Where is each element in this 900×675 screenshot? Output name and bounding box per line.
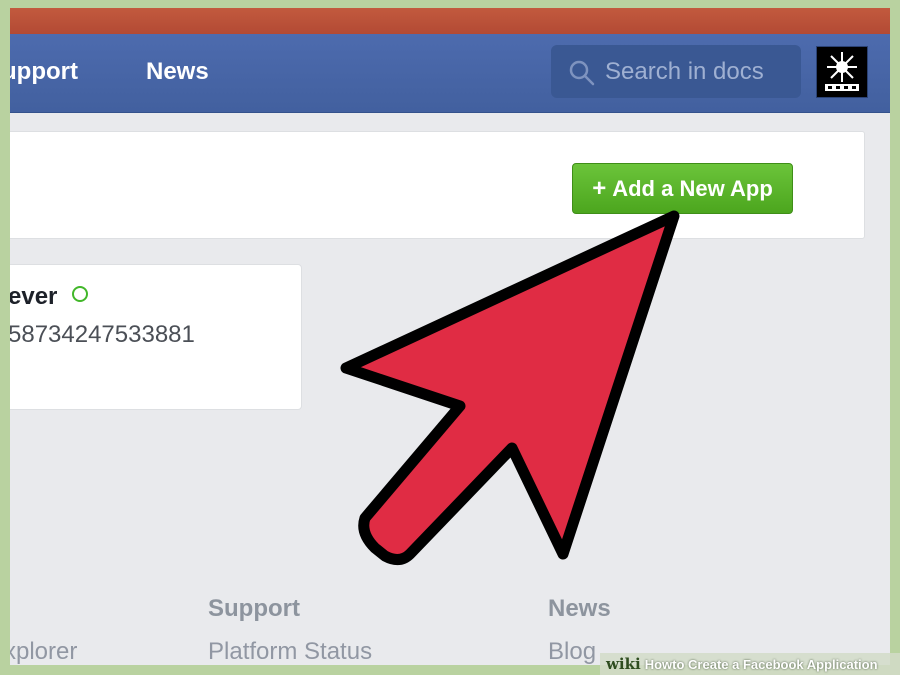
search-placeholder: Search in docs bbox=[605, 58, 764, 85]
add-new-app-button[interactable]: + Add a New App bbox=[572, 163, 793, 214]
footer-link-explorer[interactable]: xplorer bbox=[10, 638, 77, 665]
app-id: 58734247533881 bbox=[10, 321, 195, 348]
footer-heading-support: Support bbox=[208, 595, 300, 622]
footer-link-blog[interactable]: Blog bbox=[548, 638, 596, 665]
top-navbar: upport News Search in docs bbox=[10, 34, 890, 113]
plus-icon: + bbox=[592, 174, 607, 202]
search-docs-input[interactable]: Search in docs bbox=[551, 45, 801, 98]
watermark-how: How bbox=[644, 656, 673, 672]
screenshot-frame: upport News Search in docs bbox=[10, 8, 890, 665]
watermark-caption: to Create a Facebook Application bbox=[672, 656, 878, 672]
nav-support-link[interactable]: upport bbox=[10, 58, 78, 86]
profile-picture-icon bbox=[825, 52, 859, 91]
browser-top-strip bbox=[10, 8, 890, 34]
app-name[interactable]: ever bbox=[10, 283, 57, 311]
search-icon bbox=[569, 60, 595, 86]
footer-heading-news: News bbox=[548, 595, 611, 622]
footer-link-platform-status[interactable]: Platform Status bbox=[208, 638, 372, 665]
wikihow-watermark: wiki How to Create a Facebook Applicatio… bbox=[600, 653, 900, 675]
profile-avatar[interactable] bbox=[816, 46, 868, 98]
wikihow-logo: wiki bbox=[606, 655, 641, 673]
add-new-app-label: Add a New App bbox=[612, 175, 773, 201]
nav-news-link[interactable]: News bbox=[146, 58, 209, 86]
app-status-indicator bbox=[72, 286, 88, 302]
